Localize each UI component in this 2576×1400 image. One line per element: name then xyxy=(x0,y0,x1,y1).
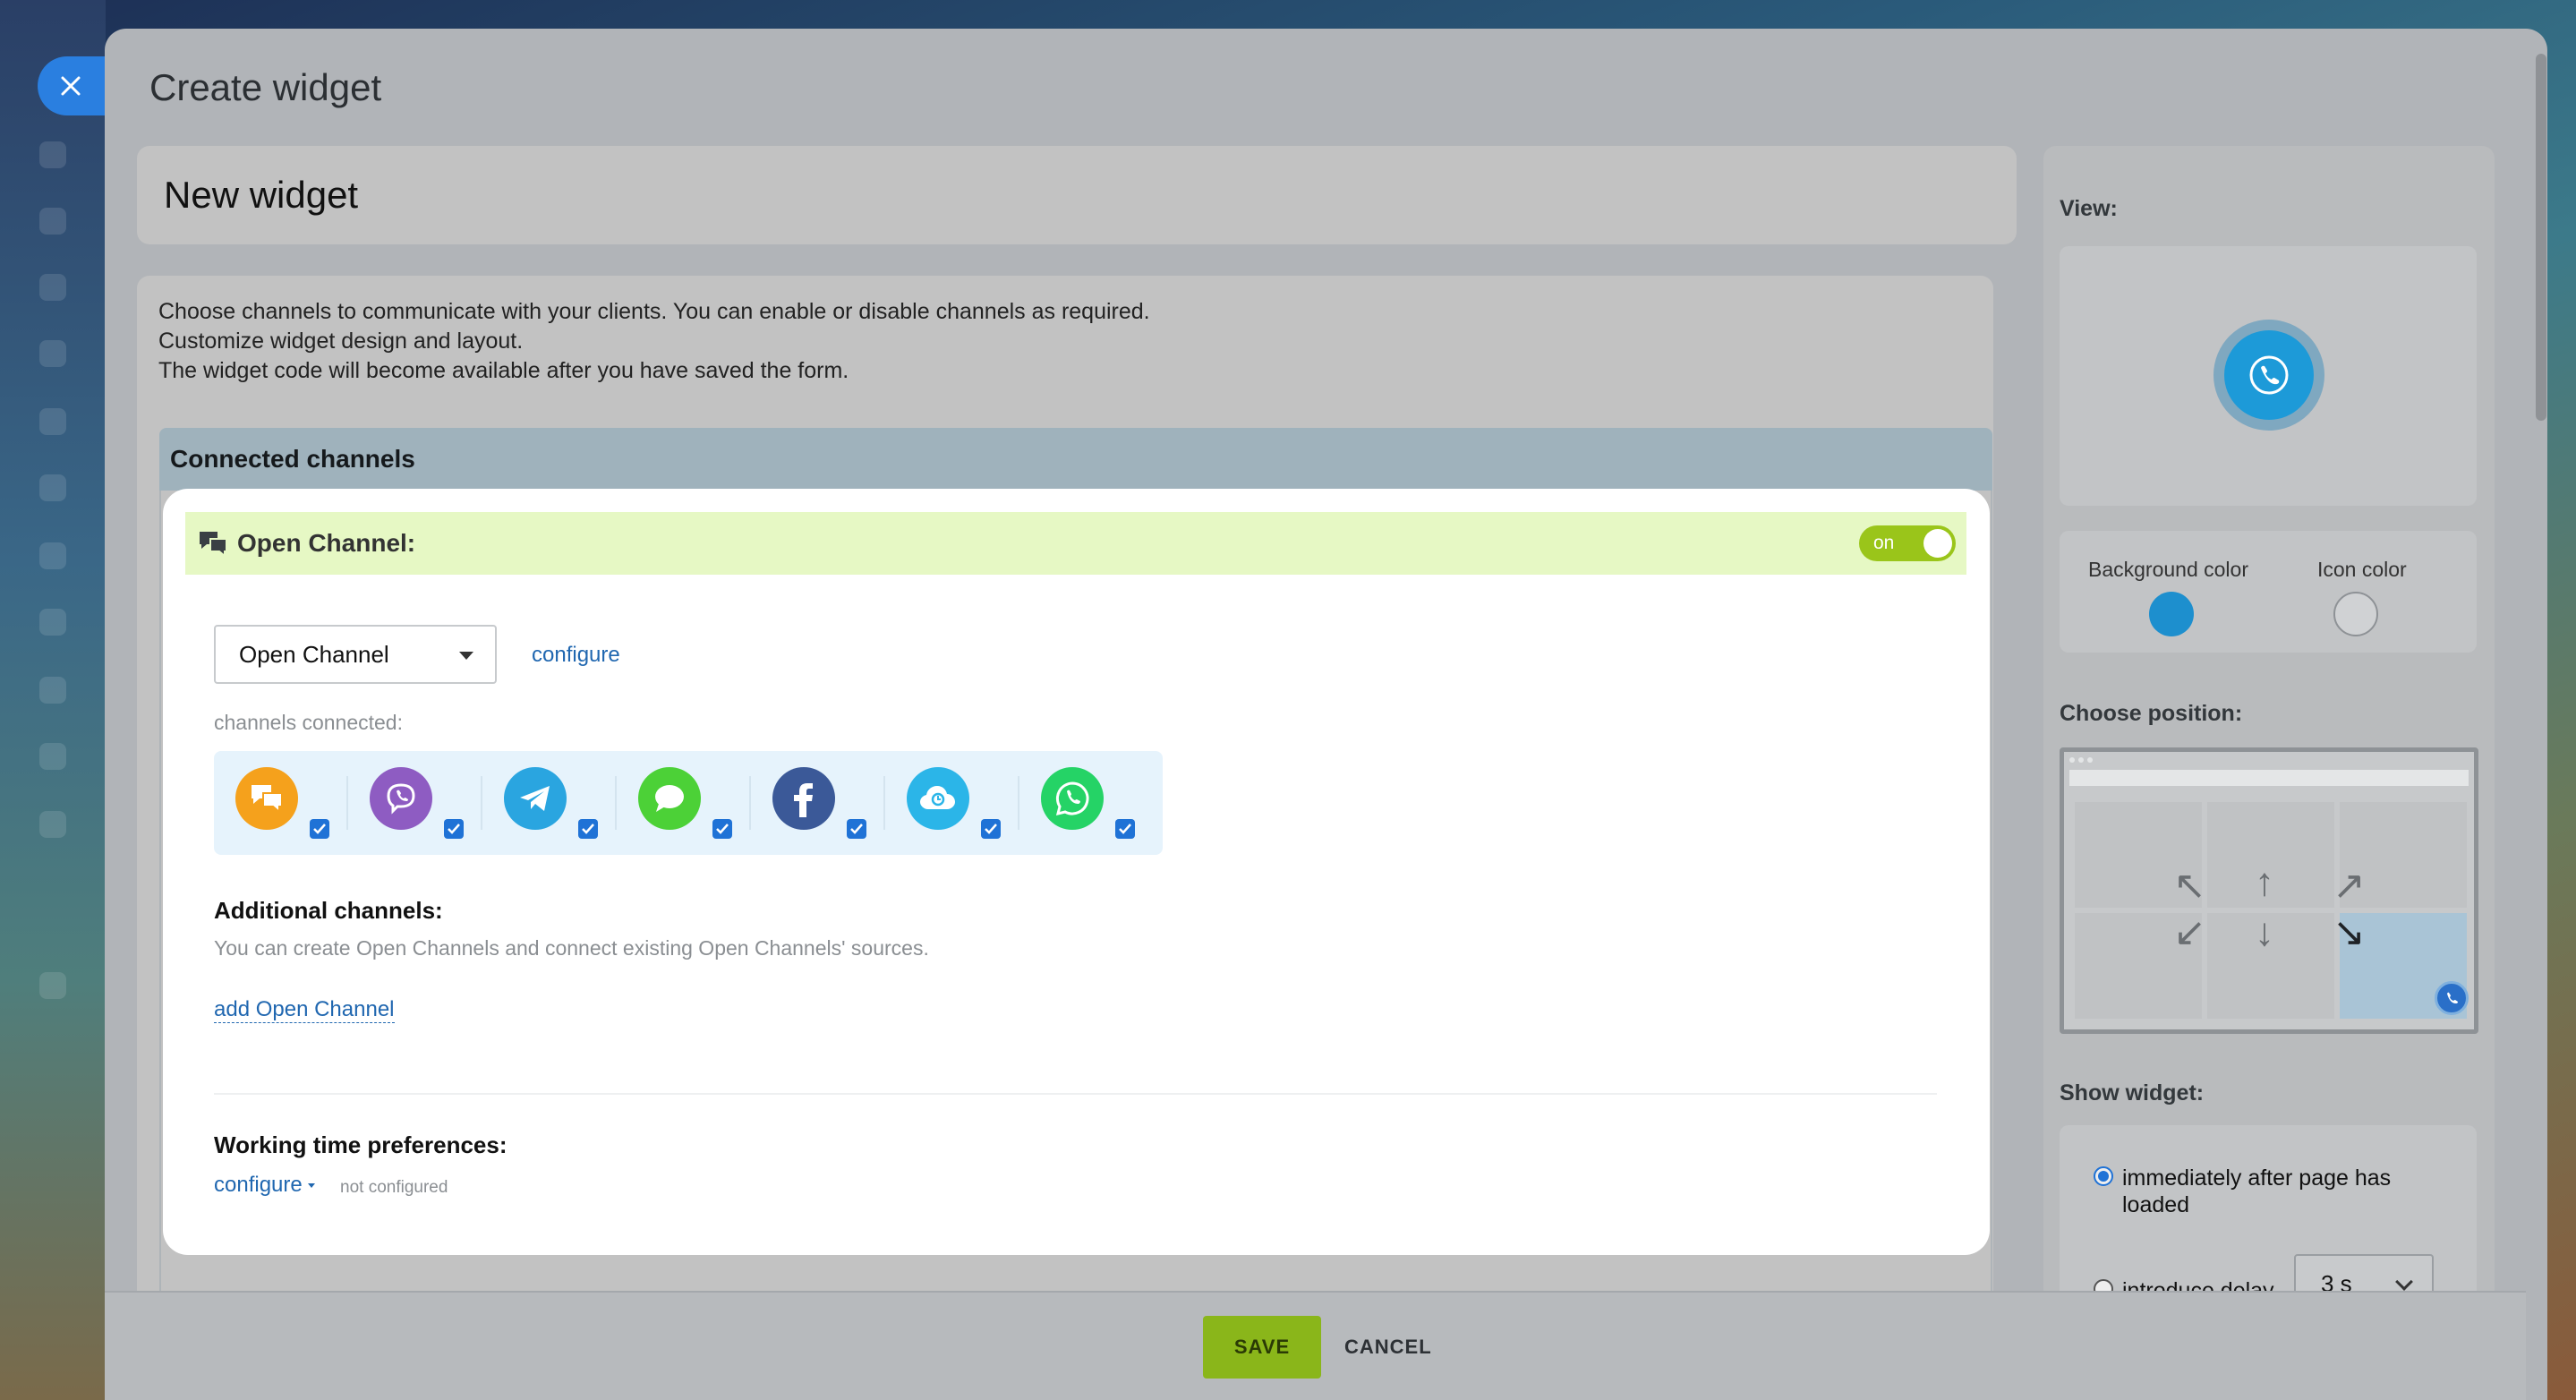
channel-checkbox[interactable] xyxy=(712,819,732,839)
channel-checkbox[interactable] xyxy=(578,819,598,839)
channel-checkbox[interactable] xyxy=(847,819,866,839)
show-immediately-radio[interactable] xyxy=(2094,1166,2113,1186)
channel-item-whatsapp xyxy=(1019,767,1154,844)
arrow-up-left-icon[interactable]: ↖ xyxy=(2173,866,2206,906)
open-channel-select[interactable]: Open Channel xyxy=(214,625,497,684)
sidebar-icon xyxy=(39,542,66,569)
sidebar-icon xyxy=(39,811,66,838)
viber-icon xyxy=(370,767,432,830)
arrow-up-icon[interactable]: ↑ xyxy=(2255,863,2274,902)
close-icon xyxy=(61,76,81,96)
arrow-down-left-icon[interactable]: ↙ xyxy=(2173,913,2206,952)
channel-checkbox[interactable] xyxy=(981,819,1001,839)
caret-down-icon xyxy=(459,652,473,660)
toggle-knob xyxy=(1923,529,1952,558)
sidebar-icon xyxy=(39,408,66,435)
working-time-configure-link[interactable]: configure xyxy=(214,1173,315,1198)
save-button[interactable]: SAVE xyxy=(1203,1316,1321,1379)
intro-text: Choose channels to communicate with your… xyxy=(158,297,1770,386)
open-channel-header: Open Channel: on xyxy=(185,512,1966,575)
show-immediately-label: immediately after page has loaded xyxy=(2122,1165,2392,1217)
add-open-channel-link[interactable]: add Open Channel xyxy=(214,997,395,1023)
working-time-configure-label: configure xyxy=(214,1173,303,1197)
channel-checkbox[interactable] xyxy=(444,819,464,839)
configure-link[interactable]: configure xyxy=(532,643,620,668)
background-color-label: Background color xyxy=(2088,558,2248,581)
sidebar-icon xyxy=(39,340,66,367)
facebook-icon xyxy=(772,767,835,830)
sidebar-icon xyxy=(39,972,66,999)
sidebar-icon xyxy=(39,474,66,501)
channel-item-telegram xyxy=(482,767,617,844)
chevron-down-icon xyxy=(2395,1273,2413,1291)
channel-checkbox[interactable] xyxy=(1115,819,1135,839)
window-dots xyxy=(2069,757,2093,763)
appearance-settings: View: Background color Icon color Choose… xyxy=(2043,146,2495,1400)
open-channel-card: Open Channel: on Open Channel configure … xyxy=(163,489,1990,1255)
sidebar-icon xyxy=(39,743,66,770)
cancel-button[interactable]: CANCEL xyxy=(1344,1316,1432,1379)
scrollbar[interactable] xyxy=(2536,54,2546,421)
channel-item-bitrix-chat xyxy=(214,767,348,844)
close-button[interactable] xyxy=(38,56,113,115)
phone-chat-icon xyxy=(2249,355,2289,395)
view-label: View: xyxy=(2060,196,2118,221)
telegram-icon xyxy=(504,767,567,830)
arrow-up-right-icon[interactable]: ↗ xyxy=(2333,866,2366,906)
caret-down-icon xyxy=(307,1183,315,1189)
widget-preview-button xyxy=(2213,320,2324,431)
message-bubble-icon xyxy=(638,767,701,830)
position-picker: ↖ ↑ ↗ ↙ ↓ ↘ xyxy=(2060,747,2478,1034)
page-title: Create widget xyxy=(149,66,382,108)
chat-bubbles-icon xyxy=(235,767,298,830)
chat-bubbles-icon xyxy=(198,530,228,557)
choose-position-label: Choose position: xyxy=(2060,701,2243,726)
sidebar-icon xyxy=(39,609,66,636)
select-value: Open Channel xyxy=(239,640,389,668)
intro-line: Choose channels to communicate with your… xyxy=(158,299,1150,324)
intro-line: Customize widget design and layout. xyxy=(158,329,524,354)
sidebar-icon xyxy=(39,141,66,168)
sidebar-icon xyxy=(39,274,66,301)
intro-line: The widget code will become available af… xyxy=(158,358,849,383)
toggle-label: on xyxy=(1873,533,1895,553)
sidebar-icon xyxy=(39,208,66,235)
footer-bar: SAVE CANCEL xyxy=(105,1291,2526,1400)
arrow-down-right-icon[interactable]: ↘ xyxy=(2333,913,2366,952)
icon-color-label: Icon color xyxy=(2317,558,2407,581)
cloud-chat-icon xyxy=(907,767,969,830)
color-settings: Background color Icon color xyxy=(2060,531,2477,653)
divider xyxy=(214,1093,1937,1095)
channel-item-viber xyxy=(348,767,482,844)
channel-item-imessage xyxy=(617,767,751,844)
connected-channels-list xyxy=(214,751,1163,855)
sidebar-icon xyxy=(39,677,66,704)
additional-channels-title: Additional channels: xyxy=(214,897,443,924)
additional-channels-description: You can create Open Channels and connect… xyxy=(214,936,929,960)
channel-item-cloud-chat xyxy=(885,767,1019,844)
icon-color-swatch[interactable] xyxy=(2333,592,2378,636)
channels-connected-label: channels connected: xyxy=(214,711,403,734)
show-widget-label: Show widget: xyxy=(2060,1080,2205,1105)
open-channel-title: Open Channel: xyxy=(237,529,416,557)
background-sidebar xyxy=(0,0,106,1400)
arrow-down-icon[interactable]: ↓ xyxy=(2255,913,2274,952)
whatsapp-icon xyxy=(1041,767,1104,830)
widget-name-field[interactable]: New widget xyxy=(137,146,2017,244)
background-color-swatch[interactable] xyxy=(2149,592,2194,636)
channel-item-facebook xyxy=(751,767,885,844)
working-time-title: Working time preferences: xyxy=(214,1131,508,1158)
window-topbar xyxy=(2069,770,2469,786)
channel-checkbox[interactable] xyxy=(310,819,329,839)
working-time-status: not configured xyxy=(340,1178,448,1197)
connected-channels-header: Connected channels xyxy=(159,428,1992,491)
open-channel-toggle[interactable]: on xyxy=(1859,525,1956,561)
phone-chat-icon xyxy=(2435,981,2469,1015)
widget-preview xyxy=(2060,246,2477,506)
